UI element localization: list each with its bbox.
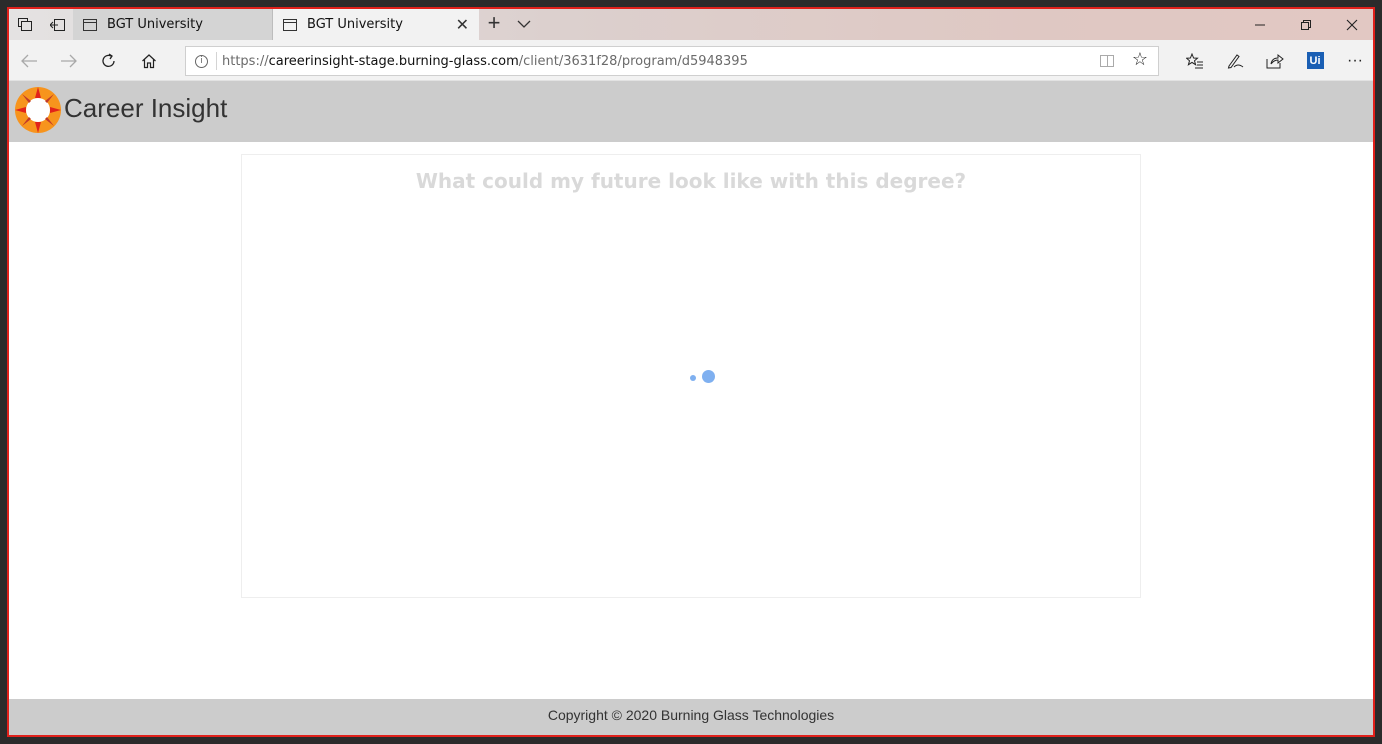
restore-icon[interactable]	[1283, 9, 1329, 40]
tab-strip: BGT University BGT University ✕ +	[9, 9, 1373, 40]
footer: Copyright © 2020 Burning Glass Technolog…	[9, 699, 1373, 735]
favorite-star-icon[interactable]: ☆	[1132, 49, 1148, 70]
degree-outlook-card: What could my future look like with this…	[241, 154, 1141, 598]
set-aside-tabs-icon[interactable]	[41, 9, 73, 40]
browser-window: BGT University BGT University ✕ + i http…	[7, 7, 1375, 737]
minimize-icon[interactable]	[1237, 9, 1283, 40]
copyright-text: Copyright © 2020 Burning Glass Technolog…	[547, 707, 835, 723]
address-bar[interactable]: i https://careerinsight-stage.burning-gl…	[185, 46, 1159, 76]
page-icon	[83, 18, 97, 31]
app-header: Career Insight	[9, 81, 1373, 142]
card-heading: What could my future look like with this…	[415, 169, 967, 193]
spinner-dot-large	[702, 370, 715, 383]
site-info-icon[interactable]: i	[195, 54, 208, 68]
tab-bgt-university-2[interactable]: BGT University ✕	[273, 9, 479, 40]
back-icon[interactable]	[9, 40, 49, 81]
more-icon[interactable]: ···	[1335, 40, 1373, 81]
favorites-list-icon[interactable]	[1175, 40, 1215, 81]
extension-badge: Ui	[1306, 52, 1324, 69]
tab-title: BGT University	[107, 17, 203, 32]
career-insight-logo[interactable]	[14, 86, 62, 134]
url-path: /client/3631f28/program/d5948395	[518, 53, 748, 69]
spinner-dot-small	[690, 375, 696, 381]
url-text[interactable]: https://careerinsight-stage.burning-glas…	[222, 54, 748, 69]
pen-icon[interactable]	[1215, 40, 1255, 81]
close-window-icon[interactable]	[1329, 9, 1373, 40]
reading-view-icon[interactable]	[1100, 55, 1114, 67]
web-page: Career Insight What could my future look…	[9, 81, 1373, 735]
new-tab-button[interactable]: +	[483, 12, 505, 36]
tab-title: BGT University	[307, 17, 403, 32]
app-title[interactable]: Career Insight	[64, 93, 227, 124]
chevron-down-icon[interactable]	[513, 13, 535, 35]
tab-bgt-university-1[interactable]: BGT University	[73, 9, 273, 40]
loading-spinner	[686, 369, 726, 389]
refresh-icon[interactable]	[89, 40, 129, 81]
forward-icon[interactable]	[49, 40, 89, 81]
url-scheme: https://	[222, 53, 269, 69]
url-host: careerinsight-stage.burning-glass.com	[268, 53, 519, 69]
home-icon[interactable]	[129, 40, 169, 81]
uipath-extension-icon[interactable]: Ui	[1295, 40, 1335, 81]
address-separator	[216, 52, 217, 70]
share-icon[interactable]	[1255, 40, 1295, 81]
close-tab-icon[interactable]: ✕	[456, 15, 469, 34]
tab-preview-icon[interactable]	[9, 9, 41, 40]
page-icon	[283, 18, 297, 31]
navigation-bar: i https://careerinsight-stage.burning-gl…	[9, 40, 1373, 81]
